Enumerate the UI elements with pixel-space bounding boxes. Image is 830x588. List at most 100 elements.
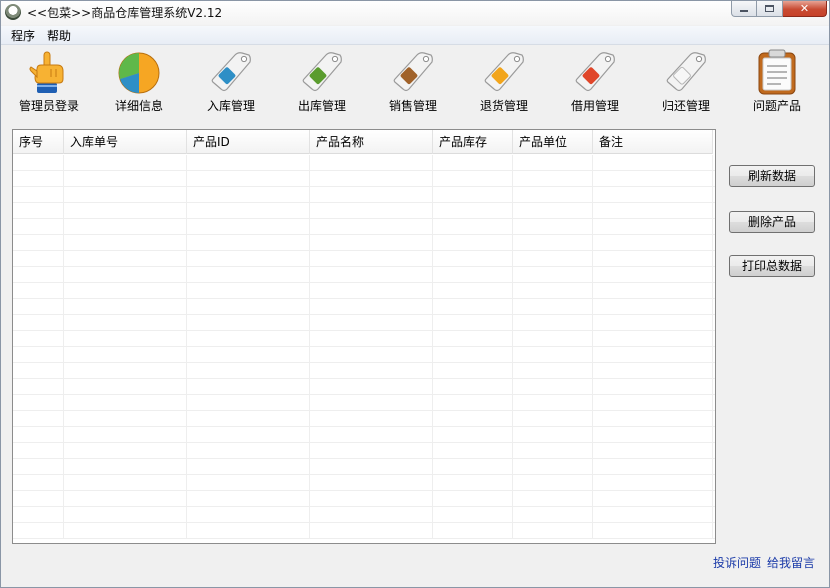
maximize-button[interactable] [757,1,783,17]
table-cell [13,251,64,267]
minimize-button[interactable] [731,1,757,17]
table-cell [187,363,310,379]
table-cell [187,171,310,187]
table-cell [187,411,310,427]
green-tag-icon [302,52,342,92]
table-cell [433,427,513,443]
table-row[interactable] [13,411,715,427]
table-cell [513,491,593,507]
table-row[interactable] [13,251,715,267]
leave-message-link[interactable]: 给我留言 [767,554,815,571]
table-cell [13,267,64,283]
giveback-manage-label: 归还管理 [661,99,710,113]
window-title: <<包菜>>商品仓库管理系统V2.12 [27,6,223,20]
column-header-product-id[interactable]: 产品ID [187,130,310,154]
minimize-icon [740,10,748,12]
table-cell [433,459,513,475]
table-row[interactable] [13,171,715,187]
table-cell [593,171,713,187]
table-cell [513,283,593,299]
complain-link[interactable]: 投诉问题 [713,554,761,571]
table-cell [13,379,64,395]
table-cell [64,427,187,443]
table-row[interactable] [13,283,715,299]
menu-program[interactable]: 程序 [5,27,41,44]
outbound-manage-button[interactable]: 出库管理 [284,47,360,117]
table-cell [310,347,433,363]
table-row[interactable] [13,523,715,539]
admin-login-button[interactable]: 管理员登录 [11,47,87,117]
table-row[interactable] [13,267,715,283]
table-row[interactable] [13,443,715,459]
table-cell [13,427,64,443]
table-cell [513,203,593,219]
table-cell [64,299,187,315]
table-row[interactable] [13,379,715,395]
table-row[interactable] [13,459,715,475]
outbound-manage-label: 出库管理 [297,99,346,113]
table-cell [13,475,64,491]
table-body [13,155,715,543]
table-cell [13,347,64,363]
table-cell [13,507,64,523]
table-cell [593,491,713,507]
detail-info-button[interactable]: 详细信息 [101,47,177,117]
table-row[interactable] [13,187,715,203]
table-cell [593,411,713,427]
column-header-unit[interactable]: 产品单位 [513,130,593,154]
giveback-manage-button[interactable]: 归还管理 [648,47,724,117]
table-row[interactable] [13,299,715,315]
return-manage-button[interactable]: 退货管理 [466,47,542,117]
table-row[interactable] [13,315,715,331]
table-row[interactable] [13,331,715,347]
table-row[interactable] [13,155,715,171]
product-table[interactable]: 序号 入库单号 产品ID 产品名称 产品库存 产品单位 备注 [12,129,716,544]
delete-product-button[interactable]: 删除产品 [729,211,815,233]
admin-login-label: 管理员登录 [18,99,79,113]
table-row[interactable] [13,235,715,251]
table-cell [433,235,513,251]
table-row[interactable] [13,203,715,219]
table-row[interactable] [13,507,715,523]
table-cell [310,251,433,267]
table-row[interactable] [13,219,715,235]
refresh-data-button[interactable]: 刷新数据 [729,165,815,187]
table-cell [13,411,64,427]
table-row[interactable] [13,475,715,491]
table-cell [187,315,310,331]
print-all-data-button[interactable]: 打印总数据 [729,255,815,277]
table-row[interactable] [13,491,715,507]
table-cell [64,203,187,219]
table-cell [310,363,433,379]
column-header-remark[interactable]: 备注 [593,130,713,154]
table-cell [310,411,433,427]
table-row[interactable] [13,347,715,363]
table-row[interactable] [13,395,715,411]
column-header-seq[interactable]: 序号 [13,130,64,154]
table-cell [513,427,593,443]
menu-help[interactable]: 帮助 [41,27,77,44]
table-cell [13,491,64,507]
borrow-manage-button[interactable]: 借用管理 [557,47,633,117]
table-row[interactable] [13,363,715,379]
close-button[interactable]: ✕ [783,1,827,17]
table-cell [433,395,513,411]
table-cell [593,523,713,539]
column-header-stock[interactable]: 产品库存 [433,130,513,154]
table-cell [310,299,433,315]
inbound-manage-button[interactable]: 入库管理 [193,47,269,117]
table-cell [433,475,513,491]
table-cell [187,251,310,267]
table-cell [593,203,713,219]
title-bar[interactable]: <<包菜>>商品仓库管理系统V2.12 ✕ [1,1,829,25]
table-cell [593,251,713,267]
table-cell [64,379,187,395]
column-header-product-name[interactable]: 产品名称 [310,130,433,154]
sales-manage-button[interactable]: 销售管理 [375,47,451,117]
column-header-inbound-no[interactable]: 入库单号 [64,130,187,154]
table-cell [513,379,593,395]
table-cell [64,491,187,507]
table-row[interactable] [13,427,715,443]
problem-product-button[interactable]: 问题产品 [739,47,815,117]
table-cell [13,459,64,475]
